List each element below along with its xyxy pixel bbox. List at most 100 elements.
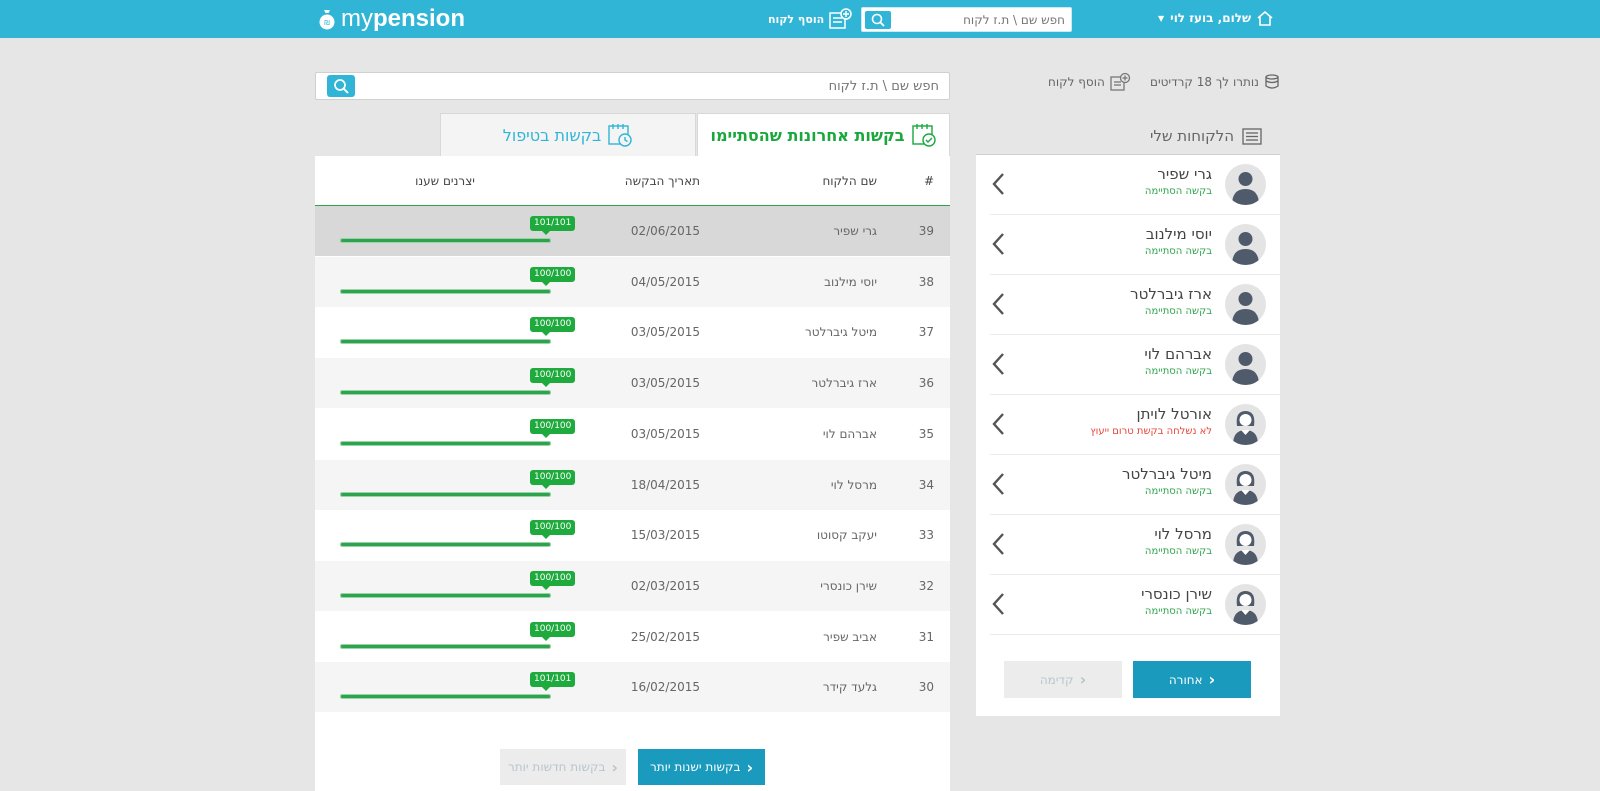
manufacturers-progress-badge: 100/100 [530,317,576,337]
manufacturers-progress-badge: 101/101 [530,672,576,692]
client-name: אברהם לוי [1144,345,1212,363]
client-status: בקשה הסתיימה [1144,546,1212,557]
manufacturers-progress-badge: 100/100 [530,469,576,489]
row-request-date: 02/06/2015 [630,224,700,238]
older-requests-label: בקשות ישנות יותר [649,760,741,774]
older-requests-button[interactable]: ‹ בקשות ישנות יותר [638,749,765,785]
header-search-button[interactable] [865,11,891,29]
manufacturers-progress-bar [340,643,551,649]
manufacturers-progress-badge: 100/100 [530,570,576,590]
table-row[interactable]: 38 יוסי מילנוב 04/05/2015 100/100 [315,256,950,307]
chevron-left-icon: ‹ [611,757,618,777]
row-client-name: מרסל לוי [830,477,877,492]
client-status: בקשה הסתיימה [1144,306,1212,317]
manufacturers-progress-bar [340,288,551,294]
client-status: בקשה הסתיימה [1144,246,1212,257]
manufacturers-progress-bar [340,440,551,446]
manufacturers-progress-bar [340,592,551,598]
sidebar-add-client-button[interactable]: הוסף לקוח [1048,72,1131,92]
table-row[interactable]: 30 גלעד קידר 16/02/2015 101/101 [315,662,950,713]
row-request-date: 03/05/2015 [630,325,700,340]
row-client-name: שירן כונסרי [820,578,877,593]
chevron-left-icon[interactable] [990,291,1006,317]
row-client-name: מיטל גיברלטר [805,325,877,340]
newer-requests-button[interactable]: ‹ בקשות חדשות יותר [500,749,626,785]
table-row[interactable]: 34 מרסל לוי 18/04/2015 100/100 [315,459,950,510]
row-request-date: 03/05/2015 [630,376,700,391]
tab-in-progress-label: בקשות בטיפול [502,125,602,145]
user-menu[interactable]: שלום, בועז לוי ▼ [1158,6,1274,30]
client-list-item[interactable]: מיטל גיברלטר בקשה הסתיימה [990,455,1280,515]
main-search-button[interactable] [327,75,355,97]
chevron-left-icon[interactable] [990,471,1006,497]
client-list-item[interactable]: מרסל לוי בקשה הסתיימה [990,515,1280,575]
manufacturers-progress-badge: 100/100 [530,266,576,286]
client-list-item[interactable]: ארז גיברלטר בקשה הסתיימה [990,275,1280,335]
main-search-input[interactable] [379,78,939,95]
row-number: 33 [918,528,934,543]
chevron-left-icon[interactable] [990,531,1006,557]
manufacturers-progress-bar [340,542,551,548]
client-list-item[interactable]: גרי שפיר בקשה הסתיימה [990,155,1280,215]
table-header: # שם הלקוח תאריך הבקשה יצרנים שענו [315,156,950,206]
client-name: מיטל גיברלטר [1122,465,1212,483]
logo[interactable]: ₪ mypension [317,5,465,33]
table-row[interactable]: 35 אברהם לוי 03/05/2015 100/100 [315,409,950,459]
column-manufacturers: יצרנים שענו [415,174,475,188]
table-row[interactable]: 31 אביב שפיר 25/02/2015 100/100 [315,612,950,662]
chevron-left-icon[interactable] [990,351,1006,377]
client-name: מרסל לוי [1154,525,1212,543]
client-list-item[interactable]: יוסי מילנוב בקשה הסתיימה [990,215,1280,275]
chevron-left-icon: ‹ [746,757,754,777]
client-status: בקשה הסתיימה [1144,606,1212,617]
table-row[interactable]: 32 שירן כונסרי 02/03/2015 100/100 [315,560,950,611]
client-name: גרי שפיר [1157,165,1212,183]
chevron-left-icon[interactable] [990,171,1006,197]
row-client-name: גלעד קידר [822,680,877,695]
client-status: בקשה הסתיימה [1144,366,1212,377]
chevron-left-icon[interactable] [990,231,1006,257]
manufacturers-progress-bar [340,339,551,345]
tab-completed-requests[interactable]: בקשות אחרונות שהסתיימו [697,113,950,156]
header-add-client-label: הוסף לקוח [768,12,825,26]
table-row[interactable]: 33 יעקב קסוטו 15/03/2015 100/100 [315,510,950,560]
sidebar-add-client-label: הוסף לקוח [1048,75,1105,89]
chevron-left-icon[interactable] [990,591,1006,617]
user-greeting: שלום, בועז לוי [1170,11,1252,25]
header-search [861,7,1072,32]
row-number: 30 [918,680,934,695]
search-icon [334,79,349,94]
column-client-name: שם הלקוח [822,174,877,188]
tab-in-progress-requests[interactable]: בקשות בטיפול [440,113,696,156]
table-row[interactable]: 39 גרי שפיר 02/06/2015 101/101 [315,206,950,256]
client-list-item[interactable]: אורטל לויתן לא נשלחה בקשת טרום ייעוץ [990,395,1280,455]
table-row[interactable]: 37 מיטל גיברלטר 03/05/2015 100/100 [315,307,950,357]
clients-forward-button[interactable]: ‹ קדימה [1004,661,1122,698]
clients-back-button[interactable]: ‹ אחורה [1133,661,1251,698]
list-icon [1242,127,1262,145]
manufacturers-progress-badge: 100/100 [530,418,576,438]
calendar-clock-icon [608,124,632,147]
client-list-item[interactable]: שירן כונסרי בקשה הסתיימה [990,575,1280,635]
chevron-left-icon: ‹ [1208,670,1216,689]
requests-table: # שם הלקוח תאריך הבקשה יצרנים שענו 39 גרי… [315,156,950,791]
credits-indicator: נותרו לך 18 קרדיטים [1150,72,1281,92]
add-client-icon [829,8,852,29]
row-number: 39 [918,224,934,238]
row-number: 38 [918,274,934,289]
table-row[interactable]: 36 ארז גיברלטר 03/05/2015 100/100 [315,358,950,409]
row-request-date: 02/03/2015 [630,578,700,593]
clients-panel: גרי שפיר בקשה הסתיימה יוסי מילנוב בקשה הסתי… [976,154,1280,716]
header-add-client-button[interactable]: הוסף לקוח [768,7,852,31]
row-request-date: 25/02/2015 [630,629,700,644]
header-search-input[interactable] [895,11,1065,28]
column-request-date: תאריך הבקשה [624,174,700,188]
row-client-name: יעקב קסוטו [816,528,877,543]
client-list-item[interactable]: אברהם לוי בקשה הסתיימה [990,335,1280,395]
client-status: לא נשלחה בקשת טרום ייעוץ [1090,426,1212,437]
row-request-date: 18/04/2015 [630,477,700,492]
avatar [1225,344,1266,385]
manufacturers-progress-badge: 101/101 [530,216,576,235]
chevron-left-icon[interactable] [990,411,1006,437]
credits-label: נותרו לך 18 קרדיטים [1150,75,1259,89]
